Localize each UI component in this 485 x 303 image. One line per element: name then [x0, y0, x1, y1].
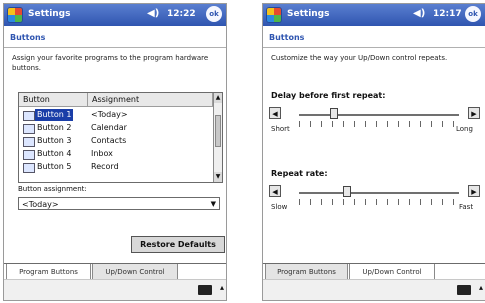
ok-button[interactable]: ok	[465, 6, 481, 22]
rate-slider-knob[interactable]	[343, 186, 351, 197]
button-assignment-dropdown[interactable]: <Today> ▼	[18, 197, 220, 210]
updown-control-screen: Settings ◀) 12:17 ok Buttons Customize t…	[262, 3, 485, 301]
tab-updown-control[interactable]: Up/Down Control	[92, 264, 178, 280]
heading-divider	[263, 47, 485, 48]
delay-slider-track[interactable]	[299, 114, 459, 116]
clock[interactable]: 12:17	[433, 9, 462, 19]
hardware-button-icon	[23, 163, 35, 173]
row-button: Button 3	[37, 136, 72, 145]
list-row[interactable]: Button 5 Record	[19, 161, 213, 173]
delay-slider-knob[interactable]	[330, 108, 339, 119]
row-assignment: <Today>	[91, 110, 128, 119]
app-title: Settings	[28, 9, 71, 19]
start-menu-icon[interactable]	[266, 7, 282, 23]
list-row[interactable]: Button 3 Contacts	[19, 135, 213, 147]
rate-slider-track[interactable]	[299, 192, 459, 194]
list-row[interactable]: Button 4 Inbox	[19, 148, 213, 160]
tab-program-buttons[interactable]: Program Buttons	[6, 264, 91, 280]
row-button: Button 5	[37, 162, 72, 171]
button-assignment-list[interactable]: Button Assignment Button 1 <Today> Butto…	[18, 92, 223, 183]
rate-max-label: Fast	[459, 203, 474, 211]
hardware-button-icon	[23, 150, 35, 160]
row-assignment: Calendar	[91, 123, 127, 132]
row-button: Button 2	[37, 123, 72, 132]
row-assignment: Record	[91, 162, 119, 171]
increase-delay-button[interactable]: ▶	[468, 107, 480, 119]
decrease-delay-button[interactable]: ◀	[269, 107, 281, 119]
chevron-down-icon[interactable]: ▼	[211, 198, 216, 211]
delay-slider-ticks	[299, 121, 459, 127]
list-scrollbar[interactable]: ▲ ▼	[213, 93, 222, 182]
menu-bar: ▴	[263, 279, 485, 300]
description: Customize the way your Up/Down control r…	[271, 54, 448, 62]
app-title: Settings	[287, 9, 330, 19]
ok-button[interactable]: ok	[206, 6, 222, 22]
speaker-icon[interactable]: ◀)	[147, 8, 159, 19]
keyboard-icon[interactable]	[198, 285, 212, 295]
speaker-icon[interactable]: ◀)	[413, 8, 425, 19]
page-heading: Buttons	[10, 33, 46, 42]
description: Assign your favorite programs to the pro…	[12, 54, 209, 72]
increase-rate-button[interactable]: ▶	[468, 185, 480, 197]
program-buttons-screen: Settings ◀) 12:22 ok Buttons Assign your…	[3, 3, 227, 301]
title-bar: Settings ◀) 12:17 ok	[263, 4, 485, 26]
input-selector-arrow-icon[interactable]: ▴	[479, 283, 483, 292]
restore-defaults-button[interactable]: Restore Defaults	[131, 236, 225, 253]
decrease-rate-button[interactable]: ◀	[269, 185, 281, 197]
column-header-button[interactable]: Button	[19, 93, 88, 107]
list-row[interactable]: Button 2 Calendar	[19, 122, 213, 134]
scroll-down-icon[interactable]: ▼	[214, 172, 222, 182]
delay-label: Delay before first repeat:	[271, 91, 386, 100]
start-menu-icon[interactable]	[7, 7, 23, 23]
input-selector-arrow-icon[interactable]: ▴	[220, 283, 224, 292]
row-assignment: Contacts	[91, 136, 127, 145]
menu-bar: ▴	[4, 279, 226, 300]
heading-divider	[4, 47, 226, 48]
clock[interactable]: 12:22	[167, 9, 196, 19]
rate-slider-ticks	[299, 199, 459, 205]
dropdown-value: <Today>	[22, 200, 59, 209]
tab-updown-control[interactable]: Up/Down Control	[349, 264, 435, 280]
row-assignment: Inbox	[91, 149, 113, 158]
row-button: Button 1	[35, 109, 74, 121]
title-bar: Settings ◀) 12:22 ok	[4, 4, 226, 26]
column-header-assignment[interactable]: Assignment	[88, 93, 213, 107]
list-row[interactable]: Button 1 <Today>	[19, 109, 213, 121]
page-heading: Buttons	[269, 33, 305, 42]
rate-min-label: Slow	[271, 203, 288, 211]
row-button: Button 4	[37, 149, 72, 158]
scroll-thumb[interactable]	[215, 115, 221, 147]
hardware-button-icon	[23, 111, 35, 121]
hardware-button-icon	[23, 124, 35, 134]
delay-max-label: Long	[456, 125, 473, 133]
button-assignment-label: Button assignment:	[18, 185, 87, 193]
delay-min-label: Short	[271, 125, 290, 133]
rate-label: Repeat rate:	[271, 169, 328, 178]
keyboard-icon[interactable]	[457, 285, 471, 295]
list-header: Button Assignment	[19, 93, 213, 108]
tab-program-buttons[interactable]: Program Buttons	[265, 264, 348, 280]
scroll-up-icon[interactable]: ▲	[214, 93, 222, 103]
hardware-button-icon	[23, 137, 35, 147]
